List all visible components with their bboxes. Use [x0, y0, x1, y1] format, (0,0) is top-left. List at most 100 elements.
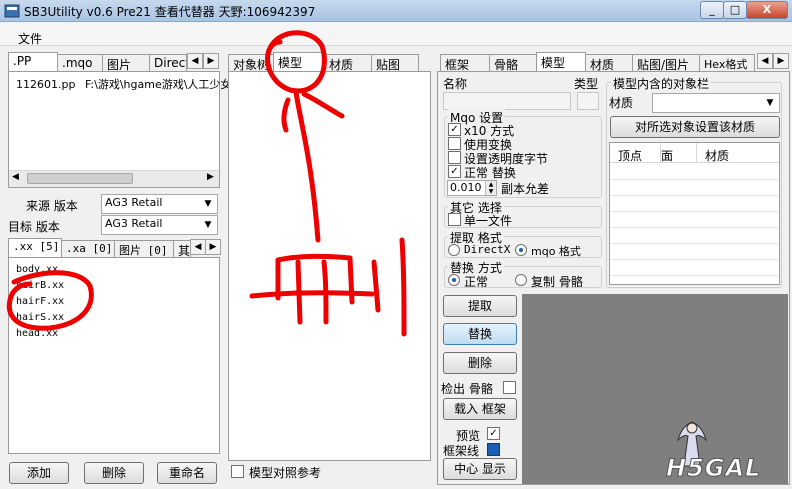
tab-texture-middle[interactable]: 贴图 [371, 54, 419, 72]
add-button[interactable]: 添加 [9, 462, 69, 484]
tab-other[interactable]: 其 [173, 240, 191, 258]
3d-viewport[interactable]: H5GAL [522, 294, 788, 484]
compare-model-checkbox[interactable] [231, 465, 244, 478]
directx-label: DirectX [464, 243, 511, 256]
scroll-thumb[interactable] [27, 173, 133, 184]
grid-row-line [610, 211, 779, 212]
chevron-down-icon: ▼ [766, 98, 774, 108]
grid-header-material[interactable]: 材质 [705, 147, 729, 164]
menu-file[interactable]: 文件 [18, 30, 42, 47]
close-button[interactable]: X [746, 1, 788, 19]
tab-bones[interactable]: 骨骼 [489, 54, 537, 72]
minimize-button[interactable]: _ [700, 1, 724, 19]
tab-material-middle[interactable]: 材质 [324, 54, 372, 72]
model-tree-panel[interactable] [228, 71, 431, 461]
tab-direct[interactable]: Direct [149, 54, 187, 72]
target-version-label: 目标 版本 [8, 220, 60, 234]
extract-button[interactable]: 提取 [443, 295, 517, 317]
type-field[interactable] [577, 92, 599, 110]
source-version-label: 来源 版本 [26, 199, 78, 213]
tab-scroll-right-button[interactable]: ▶ [205, 239, 221, 255]
grid-row-line [610, 195, 779, 196]
wireframe-checkbox[interactable] [487, 443, 500, 456]
maximize-button[interactable]: □ [723, 1, 747, 19]
export-bones-checkbox[interactable] [503, 381, 516, 394]
copy-bones-label: 复制 骨骼 [531, 275, 583, 289]
grid-row-line [610, 243, 779, 244]
delete-file-button[interactable]: 删除 [84, 462, 144, 484]
compare-model-label: 模型对照参考 [249, 466, 322, 480]
transparency-byte-checkbox[interactable] [448, 151, 461, 164]
tab-images[interactable]: 图片 [102, 54, 150, 72]
grid-row-line [610, 275, 779, 276]
normal-replace-checkbox[interactable]: ✓ [448, 165, 461, 178]
tolerance-label: 副本允差 [501, 182, 550, 196]
set-material-button[interactable]: 对所选对象设置该材质 [610, 116, 780, 138]
tab-texture-image[interactable]: 贴图/图片 [632, 54, 700, 72]
tab-model[interactable]: 模型 [536, 52, 586, 72]
rename-button[interactable]: 重命名 [157, 462, 217, 484]
mqo-format-label: mqo 格式 [531, 245, 581, 258]
tab-scroll-right-button[interactable]: ▶ [773, 53, 789, 69]
tab-frame[interactable]: 框架 [440, 54, 490, 72]
material-select[interactable]: ▼ [652, 93, 780, 113]
scroll-left-arrow-icon[interactable]: ◀ [12, 172, 19, 182]
load-frame-button[interactable]: 载入 框架 [443, 398, 517, 420]
tab-pp[interactable]: .PP [8, 52, 58, 72]
tolerance-input[interactable]: 0.010 ▲ ▼ [447, 180, 497, 196]
grid-row-line [610, 259, 779, 260]
tab-scroll-left-button[interactable]: ◀ [757, 53, 773, 69]
horizontal-scrollbar[interactable]: ◀ ▶ [9, 170, 219, 187]
pp-file-name: 112601.pp [16, 78, 76, 91]
grid-row-line [610, 179, 779, 180]
watermark-logo: H5GAL [665, 454, 762, 483]
single-file-label: 单一文件 [464, 214, 513, 228]
tab-hex[interactable]: Hex格式 [699, 54, 755, 72]
spinner-arrows-icon[interactable]: ▲ ▼ [485, 181, 496, 195]
scroll-right-arrow-icon[interactable]: ▶ [207, 172, 214, 182]
xx-file-list[interactable]: body.xx hairB.xx hairF.xx hairS.xx head.… [8, 257, 220, 454]
replace-button[interactable]: 替换 [443, 323, 517, 345]
tolerance-value: 0.010 [450, 181, 482, 194]
target-version-select[interactable]: AG3 Retail ▼ [101, 215, 218, 235]
source-version-select[interactable]: AG3 Retail ▼ [101, 194, 218, 214]
center-view-button[interactable]: 中心 显示 [443, 458, 517, 480]
directx-radio[interactable] [448, 244, 460, 256]
material-label: 材质 [609, 96, 634, 110]
list-item[interactable]: hairF.xx [16, 296, 64, 307]
tab-model-middle[interactable]: 模型 [273, 52, 325, 72]
normal-radio[interactable] [448, 274, 460, 286]
normal-replace-label: 正常 替换 [464, 166, 516, 180]
tab-mqo[interactable]: .mqo [57, 54, 103, 72]
use-transform-checkbox[interactable] [448, 137, 461, 150]
x10-checkbox[interactable]: ✓ [448, 123, 461, 136]
chevron-down-icon: ▼ [204, 220, 212, 230]
tab-xx[interactable]: .xx [5] [8, 238, 62, 258]
objects-grid[interactable]: 顶点 面 材质 [609, 142, 780, 285]
mqo-format-radio[interactable] [515, 244, 527, 256]
copy-bones-radio[interactable] [515, 274, 527, 286]
grid-row-line [610, 227, 779, 228]
delete-mesh-button[interactable]: 删除 [443, 352, 517, 374]
tab-images-count[interactable]: 图片 [0] [114, 240, 174, 258]
preview-checkbox[interactable]: ✓ [487, 427, 500, 440]
single-file-checkbox[interactable] [448, 213, 461, 226]
list-item[interactable]: head.xx [16, 328, 58, 339]
list-item[interactable]: hairS.xx [16, 312, 64, 323]
pp-row[interactable]: 112601.pp F:\游戏\hgame游戏\人工少女 [16, 76, 231, 92]
list-item[interactable]: body.xx [16, 264, 58, 275]
chevron-down-icon: ▼ [204, 199, 212, 209]
grid-header-faces[interactable]: 面 [661, 147, 673, 164]
tab-scroll-left-button[interactable]: ◀ [190, 239, 206, 255]
list-item[interactable]: hairB.xx [16, 280, 64, 291]
export-bones-label: 检出 骨骼 [441, 382, 493, 396]
tab-material[interactable]: 材质 [585, 54, 633, 72]
tab-scroll-right-button[interactable]: ▶ [203, 53, 219, 69]
tab-xa[interactable]: .xa [0] [61, 240, 115, 258]
grid-header-vertices[interactable]: 顶点 [618, 147, 642, 164]
tab-scroll-left-button[interactable]: ◀ [187, 53, 203, 69]
tab-object-tree[interactable]: 对象树 [228, 54, 274, 72]
model-objects-title: 模型内含的对象栏 [611, 75, 712, 92]
pp-list[interactable]: 112601.pp F:\游戏\hgame游戏\人工少女 ◀ ▶ [8, 71, 231, 188]
name-field[interactable] [443, 92, 571, 110]
